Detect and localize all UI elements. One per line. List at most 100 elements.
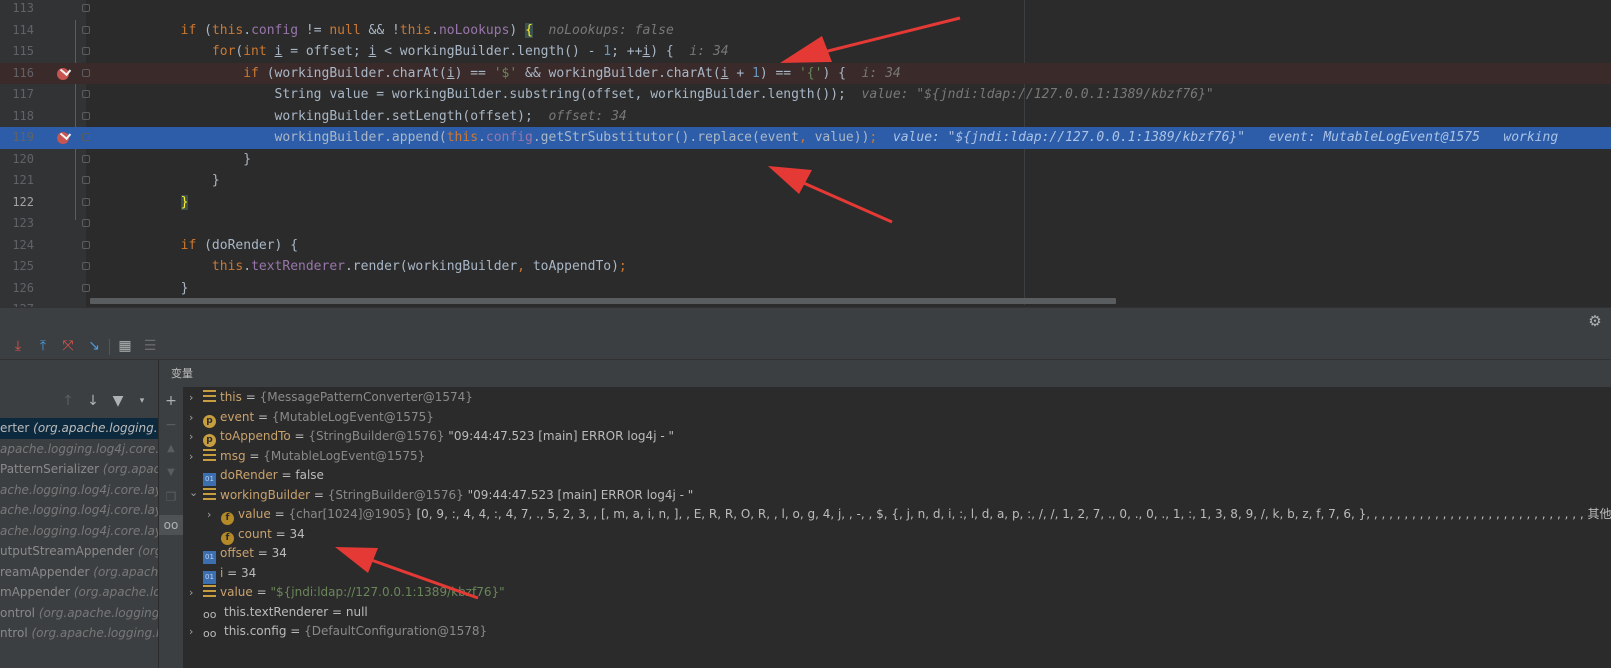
code-line-123[interactable]: 123 — [0, 213, 1611, 235]
stack-frame[interactable]: erter (org.apache.logging.lo — [0, 418, 158, 439]
stack-frame[interactable]: ntrol (org.apache.logging.log — [0, 623, 158, 644]
fold-marker-icon[interactable] — [82, 240, 90, 249]
add-watch-icon[interactable]: + — [159, 391, 183, 411]
chevron-right-icon[interactable]: › — [189, 583, 203, 603]
drop-frame-icon[interactable]: ⤧ — [60, 338, 76, 354]
variable-row[interactable]: 01 offset = 34 — [189, 544, 287, 564]
fold-marker-icon[interactable] — [82, 111, 90, 120]
fold-marker-icon[interactable] — [82, 47, 90, 55]
fold-marker-icon[interactable] — [82, 176, 90, 184]
line-number[interactable]: 121 — [0, 170, 34, 192]
evaluate-expression-icon[interactable]: ▦ — [117, 338, 133, 354]
code-line-126[interactable]: 126 } — [0, 278, 1611, 300]
line-number[interactable]: 115 — [0, 41, 34, 63]
code-token: . — [431, 22, 439, 38]
variable-row[interactable]: › p toAppendTo = {StringBuilder@1576} "09:… — [189, 427, 674, 447]
code-line-118[interactable]: 118 workingBuilder.setLength(offset); of… — [0, 106, 1611, 128]
line-number[interactable]: 116 — [0, 63, 34, 85]
chevron-right-icon[interactable]: › — [189, 447, 203, 467]
code-line-125[interactable]: 125 this.textRenderer.render(workingBuil… — [0, 256, 1611, 278]
fold-marker-icon[interactable] — [82, 262, 90, 270]
breakpoint-icon[interactable] — [57, 67, 69, 80]
code-line-117[interactable]: 117 String value = workingBuilder.substr… — [0, 84, 1611, 106]
stack-frame[interactable]: ache.logging.log4j.core.layo — [0, 500, 158, 521]
code-line-116[interactable]: 116 if (workingBuilder.charAt(i) == '$' … — [0, 62, 1611, 85]
code-line-122[interactable]: 122 } — [0, 192, 1611, 214]
fold-marker-icon[interactable] — [82, 197, 90, 206]
line-number[interactable]: 124 — [0, 235, 34, 257]
chevron-right-icon[interactable]: › — [189, 427, 203, 447]
stack-frame[interactable]: ache.logging.log4j.core.layo — [0, 521, 158, 542]
horizontal-scrollbar[interactable] — [90, 298, 1116, 304]
line-number[interactable]: 114 — [0, 20, 34, 42]
chevron-down-icon[interactable]: ▾ — [134, 393, 150, 409]
code-token: . — [243, 22, 252, 38]
stack-frame[interactable]: mAppender (org.apache.lo — [0, 582, 158, 603]
move-down-icon[interactable]: ▼ — [159, 463, 183, 483]
field-list-icon — [203, 390, 216, 403]
line-number[interactable]: 126 — [0, 278, 34, 300]
move-up-icon[interactable]: ▲ — [159, 439, 183, 459]
line-number[interactable]: 113 — [0, 0, 34, 20]
step-out-icon[interactable]: ⤒ — [35, 338, 51, 354]
variable-row[interactable]: › p event = {MutableLogEvent@1575} — [189, 408, 434, 428]
fold-marker-icon[interactable] — [82, 283, 90, 292]
variable-row[interactable]: ⌄ workingBuilder = {StringBuilder@1576} "… — [189, 486, 693, 506]
fold-marker-icon[interactable] — [82, 90, 90, 98]
line-number[interactable]: 120 — [0, 149, 34, 171]
line-number[interactable]: 122 — [0, 192, 34, 214]
remove-watch-icon[interactable]: − — [159, 415, 183, 435]
stack-frame[interactable]: ontrol (org.apache.logging.l — [0, 603, 158, 624]
variable-row[interactable]: 01 i = 34 — [189, 564, 256, 584]
stack-frame[interactable]: ache.logging.log4j.core.layo — [0, 480, 158, 501]
variable-row[interactable]: › msg = {MutableLogEvent@1575} — [189, 447, 425, 467]
fold-marker-icon[interactable] — [82, 133, 90, 141]
code-line-120[interactable]: 120 } — [0, 149, 1611, 171]
code-line-114[interactable]: 114 if (this.config != null && !this.noL… — [0, 20, 1611, 42]
arrow-up-icon[interactable]: ↑ — [60, 393, 76, 409]
chevron-right-icon[interactable]: › — [189, 408, 203, 428]
chevron-right-icon[interactable]: › — [189, 388, 203, 408]
fold-marker-icon[interactable] — [82, 154, 90, 163]
line-number[interactable]: 117 — [0, 84, 34, 106]
breakpoint-icon[interactable] — [57, 132, 69, 144]
chevron-down-icon[interactable]: ⌄ — [189, 483, 203, 503]
run-to-cursor-icon[interactable]: ↘ — [86, 338, 102, 354]
line-number[interactable]: 123 — [0, 213, 34, 235]
arrow-down-icon[interactable]: ↓ — [85, 393, 101, 409]
fold-marker-icon[interactable] — [82, 219, 90, 227]
glasses-icon[interactable]: oo — [159, 515, 183, 535]
line-number[interactable]: 118 — [0, 106, 34, 128]
line-number[interactable]: 119 — [0, 127, 34, 149]
code-token: int — [243, 44, 267, 59]
stack-frame[interactable]: utputStreamAppender (org. — [0, 541, 158, 562]
code-line-113[interactable]: 113 — [0, 0, 1611, 20]
code-line-119[interactable]: 119 workingBuilder.append(this.config.ge… — [0, 127, 1611, 149]
code-line-124[interactable]: 124 if (doRender) { — [0, 235, 1611, 257]
stack-frame[interactable]: apache.logging.log4j.core.p — [0, 439, 158, 460]
code-token: ) — [509, 22, 526, 38]
variable-row[interactable]: › value = "${jndi:ldap://127.0.0.1:1389/k… — [189, 583, 505, 603]
variable-row[interactable]: › f value = {char[1024]@1905} [0, 9, :, 4,… — [207, 505, 1611, 525]
variable-row[interactable]: f count = 34 — [207, 525, 305, 545]
filter-icon[interactable]: ▼ — [110, 393, 126, 409]
chevron-right-icon[interactable]: › — [207, 505, 221, 525]
fold-marker-icon[interactable] — [82, 4, 90, 12]
variable-row[interactable]: › this = {MessagePatternConverter@1574} — [189, 388, 473, 408]
code-editor[interactable]: 113 114 if (this.config != null && !this.… — [0, 0, 1611, 316]
fold-marker-icon[interactable] — [82, 25, 90, 34]
gear-icon[interactable]: ⚙ — [1587, 313, 1603, 329]
copy-icon[interactable]: ❐ — [159, 487, 183, 507]
step-into-icon[interactable]: ⤓ — [10, 338, 26, 354]
line-number[interactable]: 125 — [0, 256, 34, 278]
stack-frame[interactable]: PatternSerializer (org.apach — [0, 459, 158, 480]
code-line-115[interactable]: 115 for(int i = offset; i < workingBuild… — [0, 41, 1611, 63]
variable-row[interactable]: › oo this.config = {DefaultConfiguration@1… — [189, 622, 487, 642]
trace-icon[interactable]: ☰ — [142, 338, 158, 354]
stack-frame[interactable]: reamAppender (org.apache. — [0, 562, 158, 583]
variable-row[interactable]: oo this.textRenderer = null — [189, 603, 368, 623]
variable-row[interactable]: 01 doRender = false — [189, 466, 324, 486]
chevron-right-icon[interactable]: › — [189, 622, 203, 642]
fold-marker-icon[interactable] — [82, 68, 90, 77]
code-line-121[interactable]: 121 } — [0, 170, 1611, 192]
